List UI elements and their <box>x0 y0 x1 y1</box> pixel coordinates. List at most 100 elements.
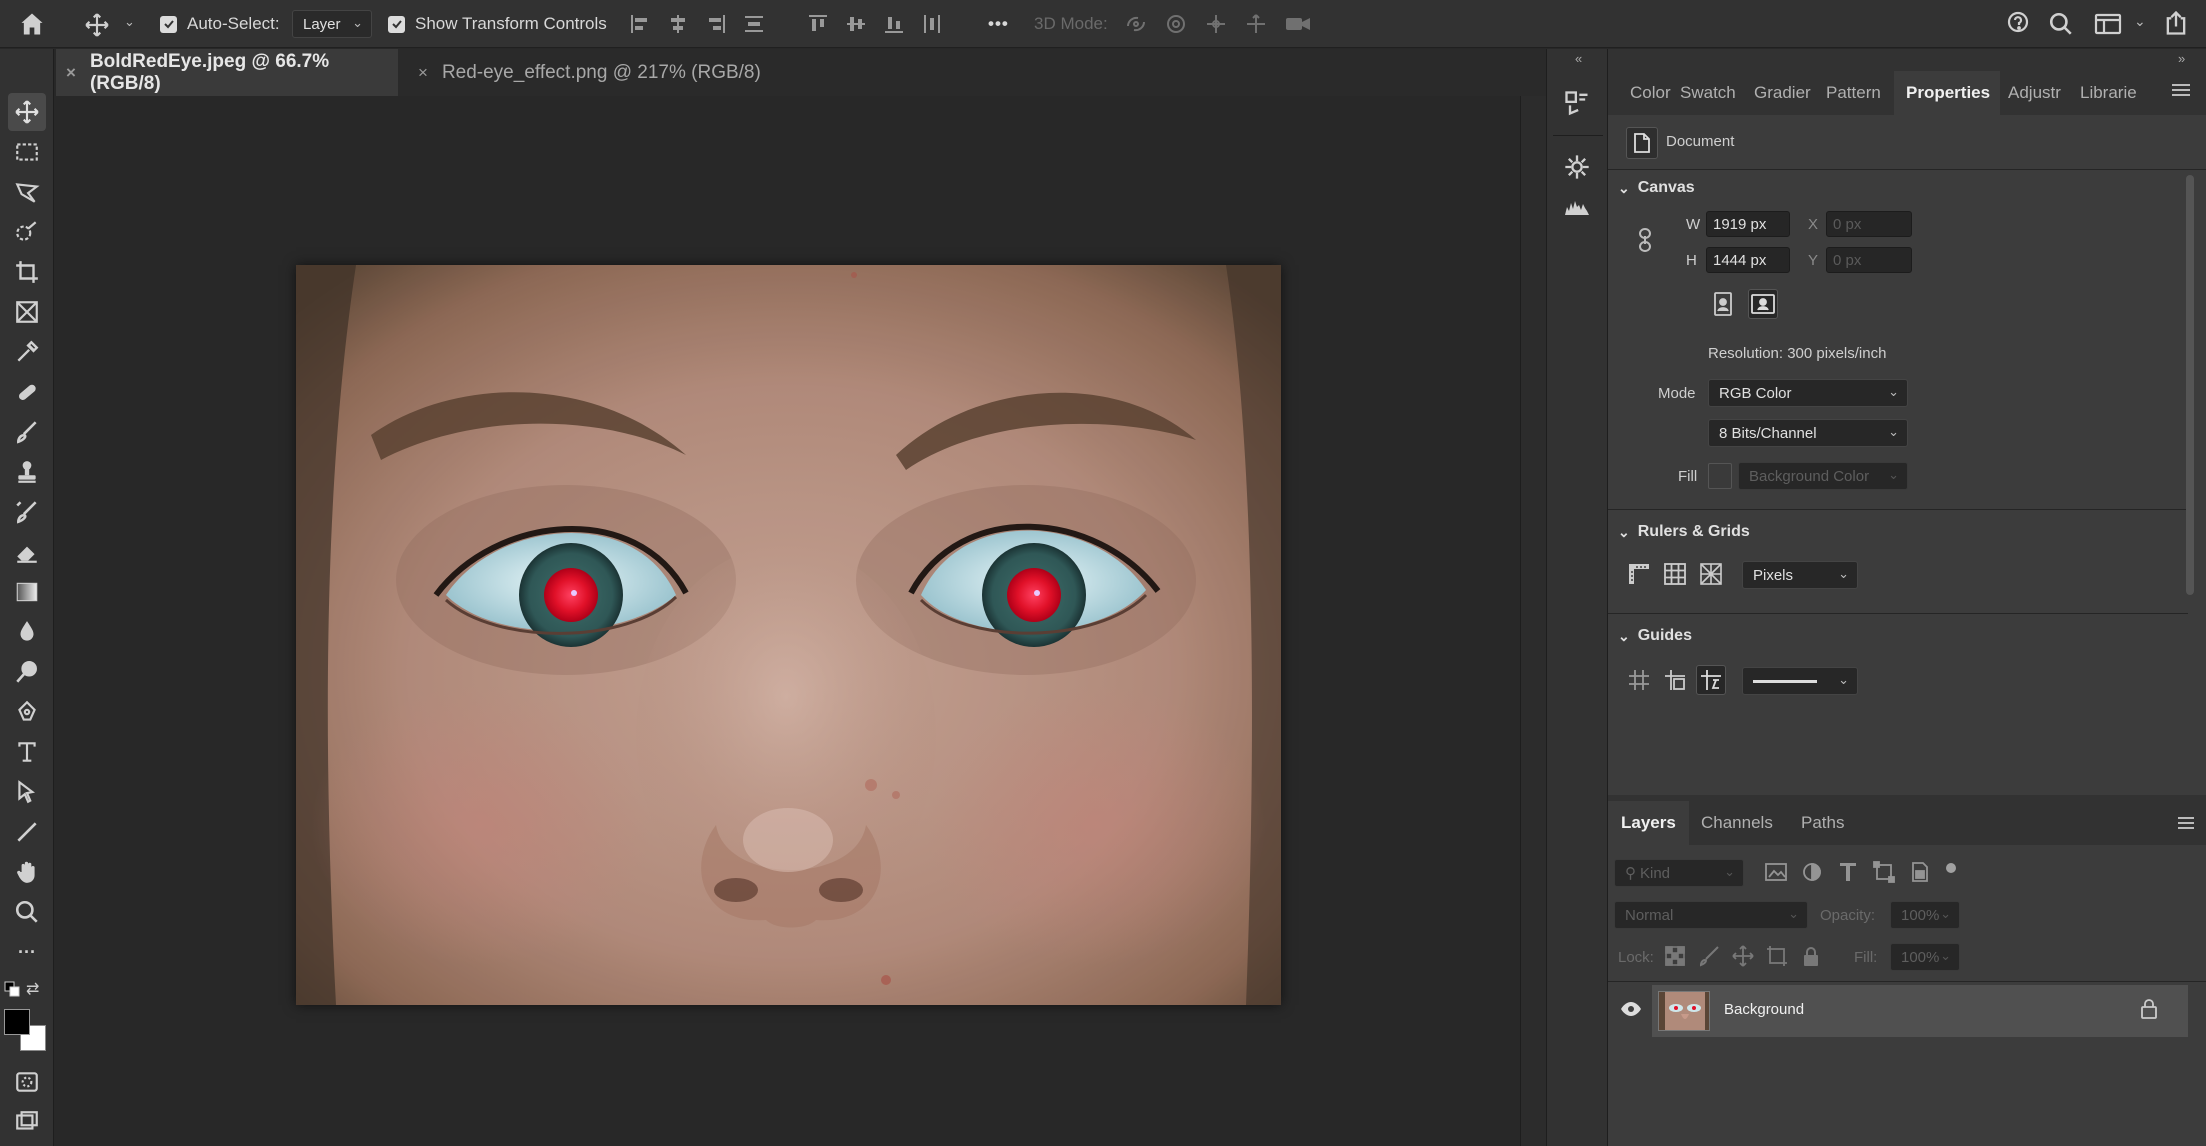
blend-mode-dropdown[interactable]: Normal ⌄ <box>1614 901 1808 929</box>
document-tab-red-eye-effect[interactable]: × Red-eye_effect.png @ 217% (RGB/8) <box>408 49 838 96</box>
line-tool-icon[interactable] <box>8 813 46 851</box>
align-bottom-icon[interactable] <box>882 12 906 36</box>
type-layer-filter-icon[interactable] <box>1836 861 1860 883</box>
edit-toolbar-icon[interactable]: ··· <box>8 933 46 971</box>
layer-visibility-eye-icon[interactable] <box>1620 1001 1642 1017</box>
landscape-orientation-icon[interactable] <box>1748 289 1778 319</box>
collapse-dock-icon[interactable]: » <box>2178 51 2185 66</box>
canvas-vertical-scrollbar[interactable] <box>1520 96 1546 1146</box>
brush-tool-icon[interactable] <box>8 413 46 451</box>
clone-stamp-tool-icon[interactable] <box>8 453 46 491</box>
lock-image-pixels-icon[interactable] <box>1698 945 1720 967</box>
path-selection-tool-icon[interactable] <box>8 773 46 811</box>
guides-section-header[interactable]: ⌄ Guides <box>1618 627 1692 645</box>
lock-all-icon[interactable] <box>1800 945 1822 967</box>
auto-select-checkbox[interactable]: Auto-Select: <box>160 0 280 48</box>
canvas-x-field[interactable]: 0 px <box>1826 211 1912 237</box>
3d-orbit-icon[interactable] <box>1124 12 1148 36</box>
tab-libraries[interactable]: Librarie <box>2080 71 2152 115</box>
tab-gradients[interactable]: Gradier <box>1754 71 1820 115</box>
grid-icon[interactable] <box>1660 559 1690 589</box>
tool-preset-chevron-icon[interactable]: ⌄ <box>124 14 135 30</box>
share-icon[interactable] <box>2162 9 2190 37</box>
quick-mask-icon[interactable] <box>8 1063 46 1101</box>
move-tool-icon[interactable] <box>8 93 46 131</box>
eraser-tool-icon[interactable] <box>8 533 46 571</box>
fill-dropdown[interactable]: Background Color ⌄ <box>1738 462 1908 490</box>
home-icon[interactable] <box>18 10 46 38</box>
crop-tool-icon[interactable] <box>8 253 46 291</box>
3d-camera-icon[interactable] <box>1284 12 1312 36</box>
more-options-button[interactable]: ••• <box>988 0 1009 48</box>
rulers-grids-section-header[interactable]: ⌄ Rulers & Grids <box>1618 523 1750 541</box>
layer-kind-filter[interactable]: ⚲ Kind ⌄ <box>1614 859 1744 887</box>
3d-roll-icon[interactable] <box>1164 12 1188 36</box>
layer-row-background[interactable]: Background <box>1608 985 2188 1037</box>
align-center-icon[interactable] <box>666 12 690 36</box>
show-transform-checkbox[interactable]: Show Transform Controls <box>388 0 607 48</box>
panel-menu-icon[interactable] <box>2172 83 2190 97</box>
smart-guides-icon[interactable] <box>1696 665 1726 695</box>
filter-toggle-icon[interactable] <box>1944 861 1958 883</box>
link-dimensions-icon[interactable] <box>1636 227 1654 253</box>
hand-tool-icon[interactable] <box>8 853 46 891</box>
zoom-tool-icon[interactable] <box>8 893 46 931</box>
distribute-horizontal-icon[interactable] <box>742 12 766 36</box>
tab-layers[interactable]: Layers <box>1608 801 1689 845</box>
pixel-layer-filter-icon[interactable] <box>1764 861 1788 883</box>
pixel-grid-icon[interactable] <box>1696 559 1726 589</box>
tab-adjustments[interactable]: Adjustr <box>2008 71 2076 115</box>
tab-channels[interactable]: Channels <box>1688 801 1786 845</box>
lock-transparent-pixels-icon[interactable] <box>1664 945 1686 967</box>
history-brush-tool-icon[interactable] <box>8 493 46 531</box>
screen-mode-icon[interactable] <box>8 1103 46 1141</box>
guides-layout-icon[interactable] <box>1660 665 1690 695</box>
canvas-section-header[interactable]: ⌄ Canvas <box>1618 179 1695 197</box>
properties-scrollbar[interactable] <box>2186 175 2194 595</box>
document-image[interactable] <box>296 265 1281 1005</box>
eyedropper-tool-icon[interactable] <box>8 333 46 371</box>
layer-fill-field[interactable]: 100% ⌄ <box>1890 943 1960 971</box>
tab-patterns[interactable]: Pattern <box>1826 71 1892 115</box>
align-left-icon[interactable] <box>628 12 652 36</box>
search-icon[interactable] <box>2048 11 2074 37</box>
workspace-icon[interactable] <box>2094 12 2122 36</box>
align-top-icon[interactable] <box>806 12 830 36</box>
guides-show-icon[interactable] <box>1624 665 1654 695</box>
3d-pan-icon[interactable] <box>1204 12 1228 36</box>
portrait-orientation-icon[interactable] <box>1708 289 1738 319</box>
layer-lock-icon[interactable] <box>2140 999 2158 1019</box>
dodge-tool-icon[interactable] <box>8 653 46 691</box>
learn-icon[interactable] <box>2004 10 2034 38</box>
close-tab-icon[interactable]: × <box>418 63 428 83</box>
distribute-vertical-icon[interactable] <box>920 12 944 36</box>
type-tool-icon[interactable] <box>8 733 46 771</box>
close-tab-icon[interactable]: × <box>66 63 76 83</box>
healing-brush-tool-icon[interactable] <box>8 373 46 411</box>
align-middle-icon[interactable] <box>844 12 868 36</box>
blur-tool-icon[interactable] <box>8 613 46 651</box>
auto-select-dropdown[interactable]: Layer ⌄ <box>292 10 372 38</box>
opacity-field[interactable]: 100% ⌄ <box>1890 901 1960 929</box>
foreground-color-swatch[interactable] <box>4 1009 30 1035</box>
color-swatches[interactable] <box>4 1009 50 1055</box>
swap-colors-icon[interactable]: ⇄ <box>26 979 39 999</box>
history-panel-icon[interactable] <box>1563 89 1591 117</box>
tab-color[interactable]: Color <box>1620 71 1672 115</box>
shape-layer-filter-icon[interactable] <box>1872 861 1896 883</box>
histogram-panel-icon[interactable] <box>1563 195 1591 219</box>
canvas-y-field[interactable]: 0 px <box>1826 247 1912 273</box>
gradient-tool-icon[interactable] <box>8 573 46 611</box>
default-colors-icon[interactable] <box>4 981 22 999</box>
smart-object-filter-icon[interactable] <box>1908 861 1932 883</box>
move-tool-preset-icon[interactable] <box>84 12 110 38</box>
layers-menu-icon[interactable] <box>2178 817 2194 829</box>
ruler-units-dropdown[interactable]: Pixels ⌄ <box>1742 561 1858 589</box>
tab-paths[interactable]: Paths <box>1788 801 1857 845</box>
fill-color-swatch[interactable] <box>1708 463 1732 489</box>
pen-tool-icon[interactable] <box>8 693 46 731</box>
3d-slide-icon[interactable] <box>1244 12 1268 36</box>
marquee-tool-icon[interactable] <box>8 133 46 171</box>
tab-properties[interactable]: Properties <box>1894 71 2000 115</box>
adjustments-panel-icon[interactable] <box>1563 153 1591 181</box>
